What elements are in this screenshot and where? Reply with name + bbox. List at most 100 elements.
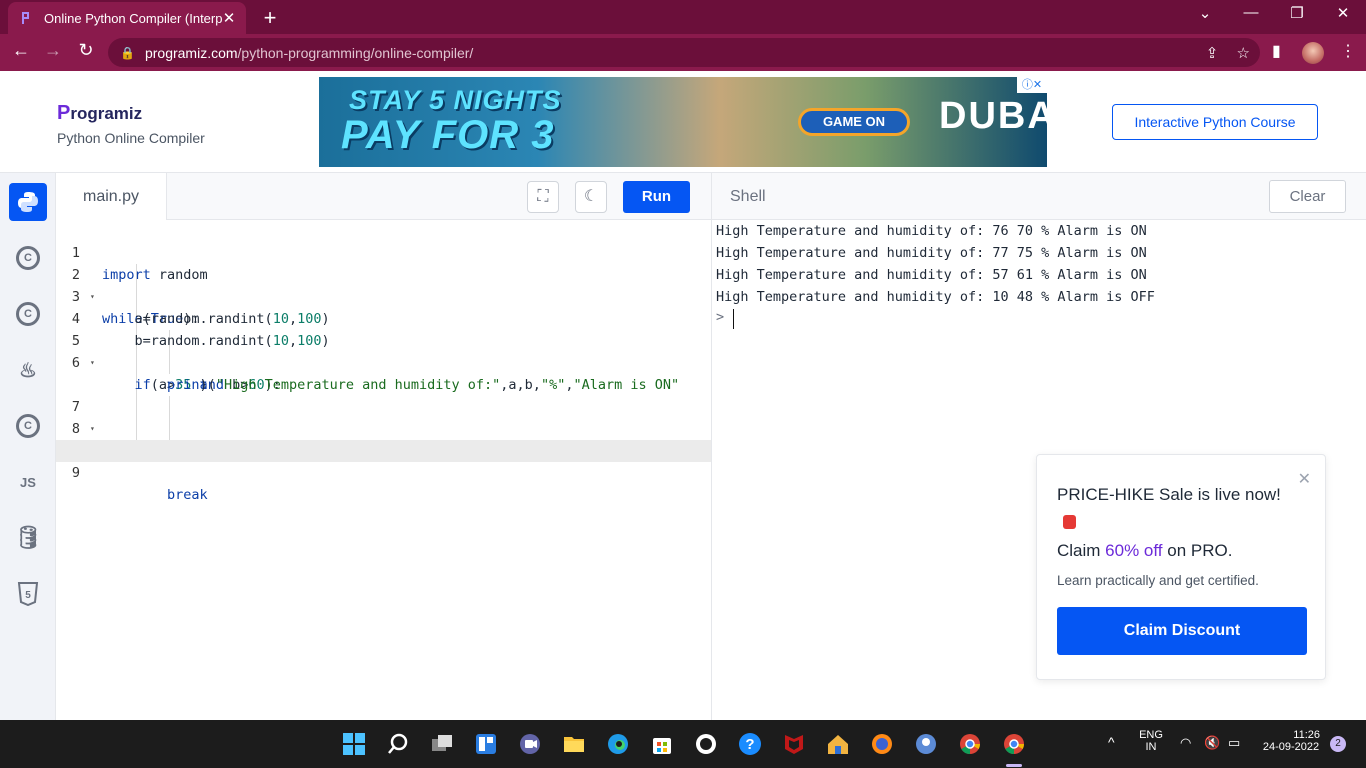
home-app-icon[interactable] [826,732,850,756]
line-number: 9 [71,465,81,481]
c-icon: C [16,246,40,270]
promo-popup: ✕ PRICE-HIKE Sale is live now! Claim 60%… [1036,454,1326,680]
claim-suffix: on PRO. [1162,541,1233,560]
ad-cta-button[interactable]: GAME ON [798,108,910,136]
claim-highlight: 60% off [1105,541,1163,560]
teams-chat-icon[interactable] [518,732,542,756]
chrome-active-icon[interactable] [1002,732,1026,756]
shell-output-line: High Temperature and humidity of: 76 70 … [716,223,1147,239]
firefox-icon[interactable] [870,732,894,756]
notification-badge[interactable]: 2 [1330,736,1346,752]
language-indicator[interactable]: ENG IN [1136,729,1166,753]
dark-mode-moon-icon[interactable]: ☾ [575,181,607,213]
widgets-icon[interactable] [474,732,498,756]
site-header: Programiz Python Online Compiler STAY 5 … [0,71,1366,173]
active-app-indicator [1006,764,1022,767]
url-host: programiz.com [144,44,238,61]
claim-discount-button[interactable]: Claim Discount [1057,607,1307,655]
sidebar-item-sql[interactable]: 🛢 [9,519,47,557]
help-icon[interactable]: ? [738,732,762,756]
profile-avatar[interactable] [1302,42,1324,64]
file-tab-main-py[interactable]: main.py [56,173,167,220]
python-icon [18,192,38,212]
github-icon[interactable] [694,732,718,756]
code-line: 5 ▾ if(a>35 and b>60): [56,308,711,393]
java-icon: ♨ [19,359,37,382]
bookmark-star-icon[interactable]: ☆ [1237,45,1250,62]
language-sidebar: C C ♨ C JS 🛢 5 [0,173,56,720]
battery-icon[interactable]: ▭ [1228,735,1240,751]
region-code: IN [1145,741,1157,753]
interactive-course-button[interactable]: Interactive Python Course [1112,104,1318,140]
clock[interactable]: 11:26 24-09-2022 [1256,729,1326,753]
code-line: 4 b=random.randint(10,100) [56,286,711,349]
share-icon[interactable]: ⇪ [1206,45,1219,62]
clear-button[interactable]: Clear [1269,180,1346,213]
shell-output-line: High Temperature and humidity of: 77 75 … [716,245,1147,261]
browser-tabstrip: Online Python Compiler (Interpre ✕ + ⌄ —… [0,0,1366,34]
code-line-wrap: ) [56,352,711,393]
text-cursor [733,309,734,329]
code-editor[interactable]: 1 import random 2 ▾ while(True): 3 a=ran… [56,220,711,720]
chrome-icon[interactable] [958,732,982,756]
ad-choices-icon[interactable]: ⓘ✕ [1017,77,1047,93]
menu-kebab-icon[interactable]: ⋮ [1340,41,1356,61]
file-explorer-icon[interactable] [562,732,586,756]
code-line: 7 ▾ elif(a<35 and b<60): [56,374,711,459]
tab-search-icon[interactable]: ⌄ [1182,4,1228,22]
mcafee-icon[interactable] [782,732,806,756]
sidebar-item-csharp[interactable]: C [9,407,47,445]
reload-icon[interactable]: ↻ [73,40,99,61]
restore-icon[interactable]: ❐ [1274,4,1320,22]
shell-output-line: High Temperature and humidity of: 10 48 … [716,289,1155,305]
time: 11:26 [1293,729,1320,741]
wifi-icon[interactable]: ◠ [1180,735,1191,751]
programiz-logo[interactable]: Programiz [57,102,142,125]
claim-prefix: Claim [1057,541,1106,560]
sidebar-item-c[interactable]: C [9,239,47,277]
code-line: 3 a=random.randint(10,100) [56,264,711,327]
lock-icon: 🔒 [120,45,135,60]
sidebar-item-cpp[interactable]: C [9,295,47,333]
windows-start-icon[interactable] [342,732,366,756]
sidebar-item-python[interactable] [9,183,47,221]
date: 24-09-2022 [1262,741,1320,753]
side-panel-icon[interactable]: ▮ [1272,41,1281,61]
sidebar-item-java[interactable]: ♨ [9,351,47,389]
popup-close-icon[interactable]: ✕ [1298,469,1311,489]
edge-browser-icon[interactable] [606,732,630,756]
browser-tab[interactable]: Online Python Compiler (Interpre ✕ [8,2,246,34]
promo-headline: PRICE-HIKE Sale is live now! [1057,481,1297,537]
fullscreen-icon[interactable]: ⛶ [527,181,559,213]
sidebar-item-html[interactable]: 5 [9,575,47,613]
ad-brand: DUBAI [939,95,1047,137]
promo-line1: PRICE-HIKE Sale is live now! [1057,485,1281,504]
code-line: 6 print("High Temperature and humidity o… [56,330,711,393]
microsoft-store-icon[interactable] [650,732,674,756]
promo-claim-text: Claim 60% off on PRO. [1057,541,1232,561]
run-button[interactable]: Run [623,181,690,213]
svg-text:5: 5 [25,590,31,601]
tab-close-icon[interactable]: ✕ [222,9,236,27]
ad-banner[interactable]: STAY 5 NIGHTS PAY FOR 3 GAME ON DUBAI ⓘ✕ [319,77,1047,167]
sidebar-item-js[interactable]: JS [9,463,47,501]
show-hidden-icons-icon[interactable]: ^ [1108,734,1115,750]
code-line-wrap: OFF") [56,418,711,459]
ad-line1: STAY 5 NIGHTS [349,85,562,115]
new-tab-icon[interactable]: + [258,5,282,31]
shell-title: Shell [730,188,766,205]
search-icon[interactable] [386,732,410,756]
profile-app-icon[interactable] [914,732,938,756]
forward-icon[interactable]: → [40,40,66,61]
close-window-icon[interactable]: ✕ [1320,4,1366,22]
lang-code: ENG [1139,729,1163,741]
logo-mark: P [57,102,71,124]
database-icon: 🛢 [14,525,42,550]
address-bar[interactable]: 🔒 programiz.com/python-programming/onlin… [108,38,1260,67]
csharp-icon: C [16,414,40,438]
task-view-icon[interactable] [430,732,454,756]
minimize-icon[interactable]: — [1228,4,1274,21]
volume-muted-icon[interactable]: 🔇 [1204,735,1220,751]
code-line: 8 print("High Temperature and humidity o… [56,396,711,459]
back-icon[interactable]: ← [8,40,34,61]
